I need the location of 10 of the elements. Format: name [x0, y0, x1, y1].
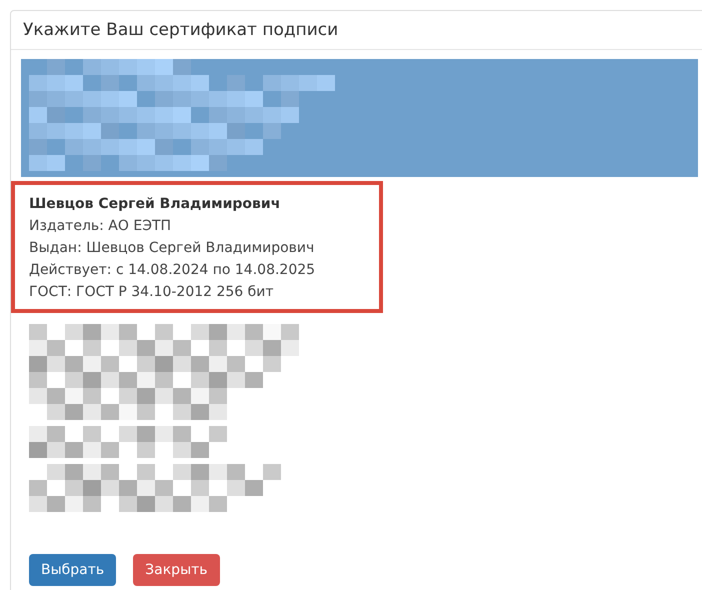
certificate-name: Шевцов Сергей Владимирович [29, 195, 282, 214]
certificate-item[interactable]: Шевцов Сергей Владимирович Издатель: АО ЕЭТП Выдан: Шевцов Сергей Владимирович Действует: с 14.08.2024 по 14.08.2025 ГОСТ: ГОСТ Р 34.10-2012 256 бит [11, 181, 383, 313]
certificate-detail: Действует: с 14.08.2024 по 14.08.2025 [29, 261, 316, 280]
certificate-detail: Выдан: Шевцов Сергей Владимирович [29, 239, 316, 258]
certificate-detail: Издатель: АО ЕЭТП [29, 217, 172, 236]
select-button[interactable]: Выбрать [29, 554, 116, 586]
close-button[interactable]: Закрыть [133, 554, 220, 586]
certificate-detail: ГОСТ: ГОСТ Р 34.10-2012 256 бит [29, 283, 275, 302]
certificate-item[interactable] [21, 59, 698, 177]
dialog-title: Укажите Ваш сертификат подписи [23, 20, 338, 40]
